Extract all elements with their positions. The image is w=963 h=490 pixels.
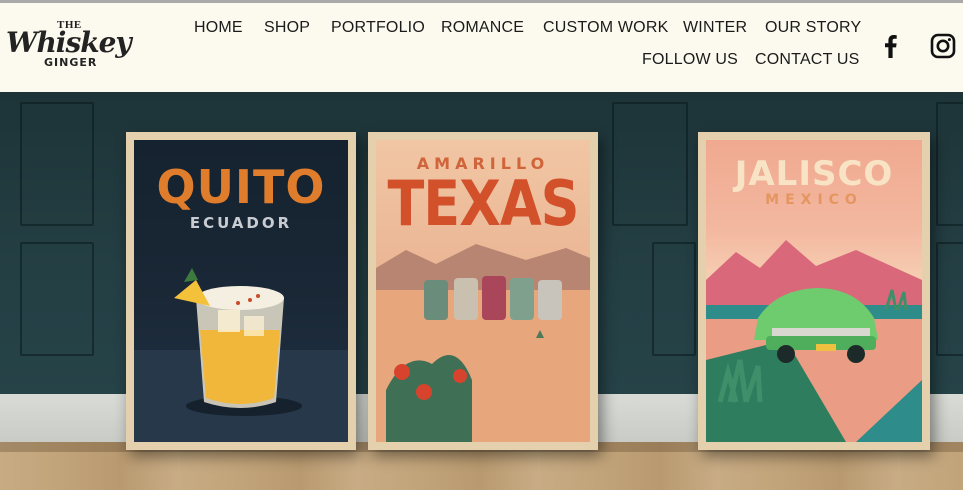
poster-frame-quito[interactable]: QUITO ECUADOR (126, 132, 356, 450)
poster-texas: AMARILLO TEXAS (376, 140, 590, 442)
poster-frame-jalisco[interactable]: JALISCO MEXICO (698, 132, 930, 450)
nav-shop[interactable]: SHOP (264, 19, 310, 37)
poster-frame-texas[interactable]: AMARILLO TEXAS (368, 132, 598, 450)
site-header: THE Whiskey GINGER HOME SHOP PORTFOLIO R… (0, 3, 963, 92)
wall-panel (936, 242, 963, 356)
wall-panel (936, 102, 963, 226)
cadillac-ranch-illustration (376, 244, 590, 442)
poster-quito: QUITO ECUADOR (134, 140, 348, 442)
poster-jalisco: JALISCO MEXICO (706, 140, 922, 442)
nav-follow-us[interactable]: FOLLOW US (642, 51, 738, 69)
nav-winter[interactable]: WINTER (683, 19, 747, 37)
wall-panel (20, 242, 94, 356)
vintage-car-illustration (706, 240, 922, 442)
nav-home[interactable]: HOME (194, 19, 243, 37)
logo-ginger: GINGER (44, 56, 98, 69)
hero-banner: QUITO ECUADOR AMARILLO TEXAS JALISCO MEX… (0, 92, 963, 490)
nav-custom-work[interactable]: CUSTOM WORK (543, 19, 668, 37)
nav-contact-us[interactable]: CONTACT US (755, 51, 860, 69)
nav-our-story[interactable]: OUR STORY (765, 19, 861, 37)
nav-romance[interactable]: ROMANCE (441, 19, 524, 37)
nav-portfolio[interactable]: PORTFOLIO (331, 19, 425, 37)
wall-panel (612, 102, 688, 226)
facebook-icon[interactable] (877, 32, 905, 60)
logo-script: Whiskey (6, 26, 132, 59)
wall-panel (20, 102, 94, 226)
facebook-glyph (885, 35, 897, 58)
brand-logo[interactable]: THE Whiskey GINGER (4, 16, 132, 74)
instagram-glyph (930, 33, 956, 59)
wall-panel (652, 242, 696, 356)
instagram-icon[interactable] (929, 32, 957, 60)
cocktail-illustration (134, 268, 348, 442)
